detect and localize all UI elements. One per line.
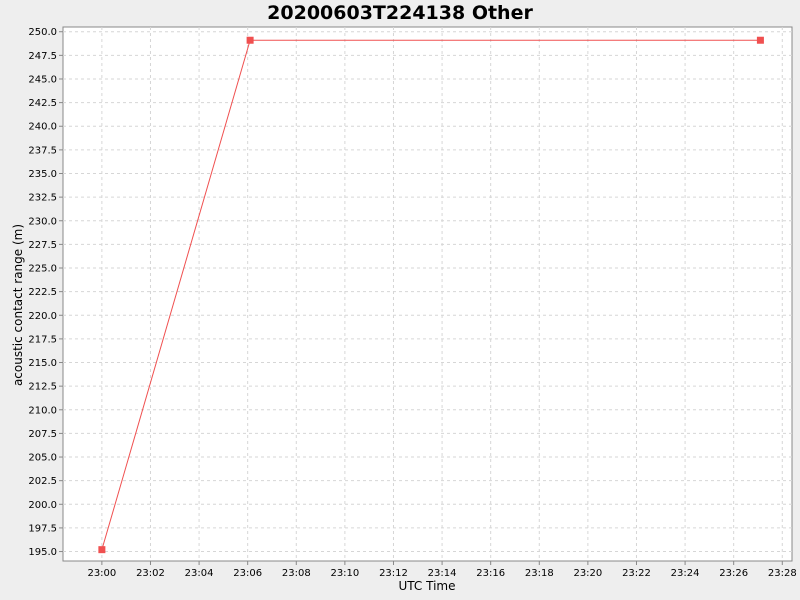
y-tick-label: 250.0 xyxy=(28,27,57,38)
y-tick-label: 217.5 xyxy=(28,334,57,345)
x-tick-label: 23:24 xyxy=(671,568,700,579)
y-tick-label: 230.0 xyxy=(28,216,57,227)
y-tick-label: 225.0 xyxy=(28,264,57,275)
x-axis-label: UTC Time xyxy=(399,579,456,593)
chart-window: 20200603T224138 Other 195.0 197.5 200.0 202… xyxy=(0,0,800,600)
y-tick-label: 195.0 xyxy=(28,547,57,558)
x-tick-label: 23:18 xyxy=(525,568,554,579)
x-tick-label: 23:12 xyxy=(379,568,408,579)
x-tick-label: 23:00 xyxy=(87,568,116,579)
y-tick-label: 247.5 xyxy=(28,51,57,62)
x-tick-label: 23:08 xyxy=(282,568,311,579)
y-tick-label: 222.5 xyxy=(28,287,57,298)
x-tick-label: 23:02 xyxy=(136,568,165,579)
y-tick-label: 210.0 xyxy=(28,405,57,416)
y-tick-label: 240.0 xyxy=(28,122,57,133)
y-tick-label: 207.5 xyxy=(28,429,57,440)
x-axis-ticks: 23:00 23:02 23:04 23:06 23:08 23:10 23:12 23:14… xyxy=(87,561,797,579)
chart-canvas: 195.0 197.5 200.0 202.5 205.0 207.5 210.0 212.5… xyxy=(11,26,797,593)
y-tick-label: 245.0 xyxy=(28,74,57,85)
x-tick-label: 23:06 xyxy=(233,568,262,579)
y-tick-label: 197.5 xyxy=(28,523,57,534)
y-tick-label: 215.0 xyxy=(28,358,57,369)
y-tick-label: 227.5 xyxy=(28,240,57,251)
data-point-marker xyxy=(756,36,764,44)
y-tick-label: 242.5 xyxy=(28,98,57,109)
y-tick-label: 200.0 xyxy=(28,500,57,511)
y-tick-label: 205.0 xyxy=(28,453,57,464)
y-tick-label: 202.5 xyxy=(28,476,57,487)
x-tick-label: 23:14 xyxy=(428,568,457,579)
y-tick-label: 235.0 xyxy=(28,169,57,180)
y-axis-label: acoustic contact range (m) xyxy=(11,224,25,386)
y-tick-label: 232.5 xyxy=(28,193,57,204)
y-tick-label: 212.5 xyxy=(28,382,57,393)
y-tick-label: 237.5 xyxy=(28,145,57,156)
x-tick-label: 23:26 xyxy=(719,568,748,579)
x-tick-label: 23:10 xyxy=(330,568,359,579)
x-tick-label: 23:20 xyxy=(573,568,602,579)
data-point-marker xyxy=(98,546,106,554)
x-tick-label: 23:28 xyxy=(768,568,797,579)
y-tick-label: 220.0 xyxy=(28,311,57,322)
data-point-marker xyxy=(246,36,254,44)
x-tick-label: 23:04 xyxy=(185,568,214,579)
x-tick-label: 23:22 xyxy=(622,568,651,579)
x-tick-label: 23:16 xyxy=(476,568,505,579)
y-axis-ticks: 195.0 197.5 200.0 202.5 205.0 207.5 210.0 212.5… xyxy=(28,27,63,558)
